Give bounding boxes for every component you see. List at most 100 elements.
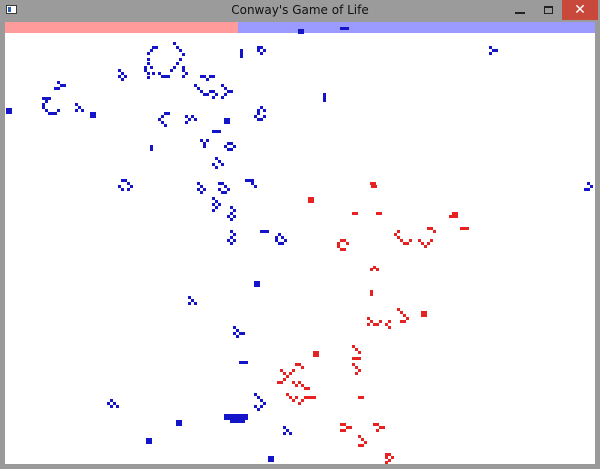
blue-cell xyxy=(215,93,218,96)
blue-cell xyxy=(221,182,224,185)
blue-cell xyxy=(167,112,170,115)
blue-cell xyxy=(230,142,233,145)
blue-cell xyxy=(323,96,326,99)
blue-cell xyxy=(203,188,206,191)
blue-cell xyxy=(236,414,239,417)
blue-cell xyxy=(221,191,224,194)
red-cell xyxy=(337,242,340,245)
red-cell xyxy=(308,197,311,200)
blue-cell xyxy=(245,361,248,364)
blue-cell xyxy=(110,399,113,402)
red-cell xyxy=(424,311,427,314)
blue-cell xyxy=(587,182,590,185)
blue-cell xyxy=(185,115,188,118)
blue-cell xyxy=(260,405,263,408)
red-cell xyxy=(385,461,388,464)
red-cell xyxy=(295,396,298,399)
red-cell xyxy=(391,456,394,459)
red-cell xyxy=(379,426,382,429)
red-cell xyxy=(355,212,358,215)
blue-cell xyxy=(200,191,203,194)
blue-cell xyxy=(224,185,227,188)
title-bar[interactable]: Conway's Game of Life ✕ xyxy=(0,0,600,22)
blue-cell xyxy=(263,402,266,405)
maximize-button[interactable] xyxy=(535,0,561,20)
blue-cell xyxy=(260,52,263,55)
blue-cell xyxy=(343,27,346,30)
blue-cell xyxy=(42,103,45,106)
blue-cell xyxy=(230,236,233,239)
red-cell xyxy=(406,242,409,245)
blue-cell xyxy=(218,182,221,185)
blue-cell xyxy=(200,75,203,78)
red-cell xyxy=(376,212,379,215)
blue-cell xyxy=(118,75,121,78)
blue-cell xyxy=(263,49,266,52)
blue-cell xyxy=(283,432,286,435)
red-cell xyxy=(421,242,424,245)
red-cell xyxy=(358,357,361,360)
blue-cell xyxy=(173,42,176,45)
red-cell xyxy=(452,212,455,215)
blue-cell xyxy=(227,215,230,218)
blue-cell xyxy=(212,209,215,212)
red-cell xyxy=(289,396,292,399)
blue-cell xyxy=(271,459,274,462)
red-cell xyxy=(308,200,311,203)
blue-cell xyxy=(93,115,96,118)
red-cell xyxy=(301,366,304,369)
blue-cell xyxy=(197,182,200,185)
red-cell xyxy=(466,227,469,230)
life-board[interactable] xyxy=(5,22,595,464)
red-cell xyxy=(304,387,307,390)
blue-cell xyxy=(144,66,147,69)
red-cell xyxy=(388,326,391,329)
blue-cell xyxy=(124,179,127,182)
blue-cell xyxy=(230,218,233,221)
red-cell xyxy=(430,227,433,230)
blue-cell xyxy=(227,121,230,124)
blue-cell xyxy=(230,148,233,151)
red-cell xyxy=(361,438,364,441)
blue-cell xyxy=(584,188,587,191)
blue-cell xyxy=(164,124,167,127)
blue-cell xyxy=(233,414,236,417)
game-area[interactable] xyxy=(5,22,595,464)
blue-cell xyxy=(197,87,200,90)
red-cell xyxy=(449,215,452,218)
blue-cell xyxy=(236,335,239,338)
red-cell xyxy=(292,399,295,402)
blue-cell xyxy=(233,417,236,420)
red-cell xyxy=(361,396,364,399)
blue-cell xyxy=(179,423,182,426)
blue-cell xyxy=(146,441,149,444)
red-cell xyxy=(298,402,301,405)
red-cell xyxy=(367,323,370,326)
blue-cell xyxy=(45,100,48,103)
blue-cell xyxy=(152,72,155,75)
blue-cell xyxy=(121,72,124,75)
blue-cell xyxy=(155,46,158,49)
close-button[interactable]: ✕ xyxy=(562,0,598,20)
minimize-button[interactable] xyxy=(507,0,533,20)
red-cell xyxy=(311,200,314,203)
red-cell xyxy=(316,351,319,354)
blue-cell xyxy=(263,115,266,118)
blue-cell xyxy=(224,145,227,148)
red-cell xyxy=(340,239,343,242)
red-cell xyxy=(424,314,427,317)
red-cell xyxy=(311,197,314,200)
blue-cell xyxy=(257,112,260,115)
blue-cell xyxy=(248,179,251,182)
blue-cell xyxy=(75,109,78,112)
red-cell xyxy=(277,381,280,384)
blue-cell xyxy=(188,302,191,305)
red-cell xyxy=(283,378,286,381)
blue-cell xyxy=(218,203,221,206)
blue-cell xyxy=(149,438,152,441)
red-cell xyxy=(370,293,373,296)
red-cell xyxy=(403,242,406,245)
blue-cell xyxy=(224,93,227,96)
blue-cell xyxy=(233,332,236,335)
blue-cell xyxy=(152,46,155,49)
